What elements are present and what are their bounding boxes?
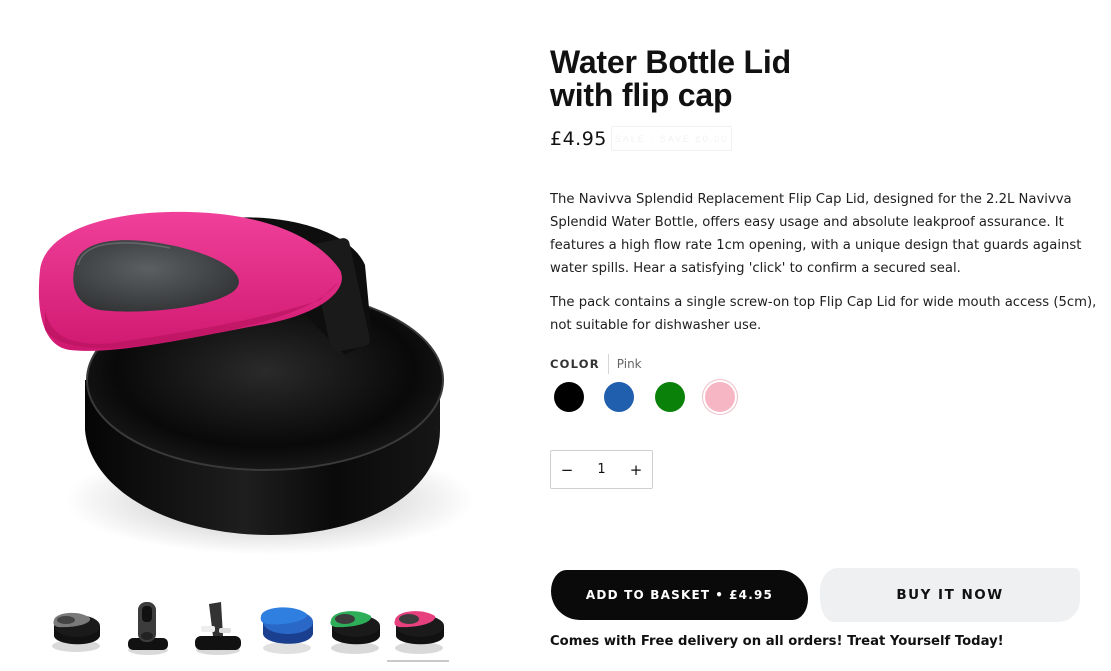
add-to-basket-label: ADD TO BASKET [585, 588, 711, 602]
color-swatch-pink[interactable] [705, 382, 735, 412]
color-swatch-green[interactable] [655, 382, 685, 412]
color-selector-label: COLOR Pink [550, 354, 642, 374]
quantity-increase-button[interactable]: + [620, 451, 652, 488]
thumbnail-lid-open-view[interactable] [187, 596, 249, 660]
thumbnail-blue-lid[interactable] [255, 596, 317, 660]
thumbnail-lid-side-view[interactable] [118, 596, 180, 660]
buy-it-now-button[interactable]: BUY IT NOW [820, 568, 1080, 622]
thumbnail-pink-lid[interactable] [387, 596, 449, 662]
quantity-stepper: − 1 + [550, 450, 653, 489]
product-title-line-2: with flip cap [550, 77, 733, 113]
product-title-line-1: Water Bottle Lid [550, 44, 791, 80]
color-label: COLOR [550, 357, 600, 371]
thumbnail-strip [44, 596, 454, 662]
thumbnail-green-lid[interactable] [323, 596, 385, 660]
description-paragraph: The Navivva Splendid Replacement Flip Ca… [550, 192, 1082, 276]
thumbnail-grey-lid[interactable] [44, 596, 106, 660]
quantity-input[interactable]: 1 [587, 462, 617, 477]
quantity-decrease-button[interactable]: − [551, 451, 583, 488]
selected-color-name: Pink [616, 357, 642, 371]
delivery-note: Comes with Free delivery on all orders! … [550, 634, 1004, 649]
product-main-image[interactable] [20, 150, 490, 570]
description-paragraph: The pack contains a single screw-on top … [550, 295, 1097, 333]
price-separator: • [715, 588, 725, 602]
color-swatch-blue[interactable] [604, 382, 634, 412]
add-to-basket-button[interactable]: ADD TO BASKET • £4.95 [551, 570, 808, 620]
basket-price: £4.95 [729, 588, 774, 602]
product-description: The Navivva Splendid Replacement Flip Ca… [550, 188, 1100, 348]
product-price: £4.95 [550, 128, 607, 150]
product-title: Water Bottle Lid with flip cap [550, 46, 850, 112]
color-swatch-black[interactable] [554, 382, 584, 412]
divider [607, 354, 609, 374]
sale-badge: SALE · SAVE £0.00 [611, 126, 732, 151]
